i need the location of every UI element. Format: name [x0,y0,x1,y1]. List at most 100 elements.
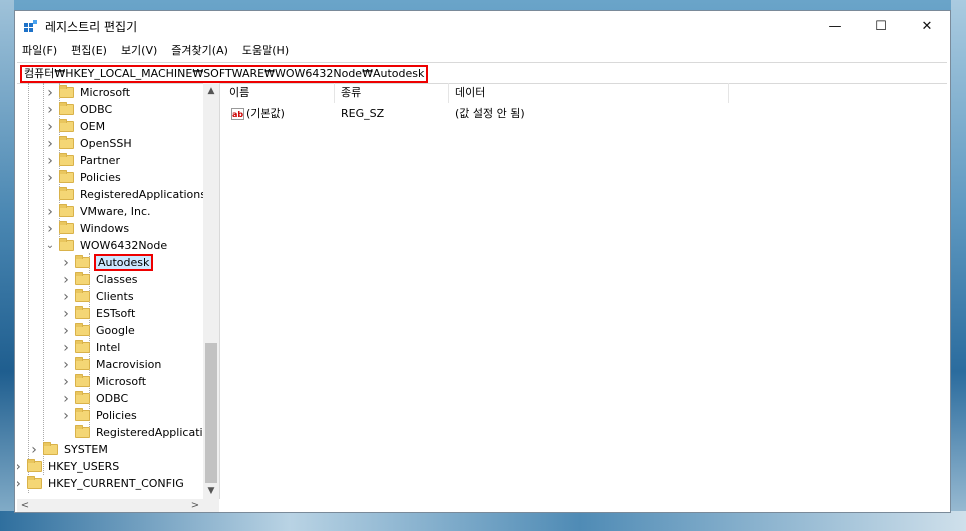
tree-item-label: Macrovision [96,358,162,371]
tree-item[interactable]: › Partner [44,152,122,169]
scroll-up-icon[interactable]: ▲ [203,83,219,99]
scroll-down-icon[interactable]: ▼ [203,483,219,499]
desktop-background-right [951,0,966,531]
folder-icon [27,476,42,489]
folder-icon [59,136,74,149]
column-header-data[interactable]: 데이터 [449,83,729,103]
tree-item[interactable]: › OpenSSH [44,135,134,152]
chevron-right-icon[interactable]: › [60,255,72,271]
chevron-right-icon[interactable]: › [60,272,72,288]
tree-item[interactable]: › Google [60,322,137,339]
tree-item[interactable]: › OEM [44,118,107,135]
tree-item[interactable]: RegisteredApplications [44,186,208,203]
tree-guide-line [28,83,29,493]
tree-item-label: RegisteredApplications [80,188,206,201]
folder-icon [75,289,90,302]
scroll-right-icon[interactable]: > [187,499,203,512]
close-button[interactable]: ✕ [904,11,950,41]
tree-item[interactable]: › HKEY_USERS [17,458,121,475]
folder-icon [75,357,90,370]
chevron-right-icon[interactable]: › [60,408,72,424]
tree-item[interactable]: › Microsoft [60,373,148,390]
tree-item[interactable]: › HKEY_CURRENT_CONFIG [17,475,186,492]
tree-item[interactable]: › ODBC [44,101,114,118]
window-title: 레지스트리 편집기 [45,20,138,34]
tree-item-label: ODBC [96,392,129,405]
chevron-right-icon[interactable]: › [44,170,56,186]
tree-item-label: Microsoft [80,86,131,99]
menu-help[interactable]: 도움말(H) [235,41,296,61]
column-header-name[interactable]: 이름 [223,83,335,103]
chevron-right-icon[interactable]: › [44,153,56,169]
tree-item[interactable]: › Microsoft [44,84,132,101]
minimize-button[interactable]: — [812,11,858,41]
menu-view[interactable]: 보기(V) [114,41,164,61]
menu-file[interactable]: 파일(F) [15,41,64,61]
menu-bar: 파일(F) 편집(E) 보기(V) 즐겨찾기(A) 도움말(H) [15,41,950,61]
tree-item[interactable]: › Macrovision [60,356,163,373]
chevron-right-icon[interactable]: › [60,323,72,339]
tree-item-label: ODBC [80,103,113,116]
registry-editor-window: 레지스트리 편집기 — ☐ ✕ 파일(F) 편집(E) 보기(V) 즐겨찾기(A… [14,10,951,513]
folder-icon [59,238,74,251]
title-bar[interactable]: 레지스트리 편집기 — ☐ ✕ [15,11,950,41]
folder-icon [75,255,90,268]
chevron-right-icon[interactable]: › [60,374,72,390]
tree-vertical-scrollbar[interactable]: ▲ ▼ [203,83,219,499]
tree-item[interactable]: › Clients [60,288,136,305]
address-path[interactable]: 컴퓨터₩HKEY_LOCAL_MACHINE₩SOFTWARE₩WOW6432N… [20,65,429,83]
value-row-name[interactable]: ab (기본값) [231,105,285,123]
chevron-right-icon[interactable]: › [60,357,72,373]
tree-item[interactable]: › VMware, Inc. [44,203,153,220]
tree-item[interactable]: ⌄ WOW6432Node [44,237,169,254]
chevron-right-icon[interactable]: › [60,306,72,322]
chevron-right-icon[interactable]: › [17,459,24,475]
folder-icon [59,102,74,115]
selected-key-label: Autodesk [94,254,154,271]
string-value-icon: ab [231,108,244,120]
address-bar[interactable]: 컴퓨터₩HKEY_LOCAL_MACHINE₩SOFTWARE₩WOW6432N… [17,62,947,84]
tree-item-label: VMware, Inc. [80,205,151,218]
tree-item-label: Microsoft [96,375,147,388]
menu-favorites[interactable]: 즐겨찾기(A) [164,41,235,61]
tree-item-label: SYSTEM [64,443,108,456]
chevron-down-icon[interactable]: ⌄ [44,240,56,251]
tree-item[interactable]: › Classes [60,271,139,288]
folder-icon [27,459,42,472]
tree-item[interactable]: › Windows [44,220,131,237]
chevron-right-icon[interactable]: › [44,221,56,237]
key-tree: › Microsoft › ODBC › OEM › OpenSSH › Partner › Poli… [17,83,220,499]
tree-item-label: OEM [80,120,106,133]
tree-item-label: HKEY_USERS [48,460,120,473]
tree-horizontal-scrollbar[interactable]: < > [17,499,219,512]
maximize-button[interactable]: ☐ [858,11,904,41]
chevron-right-icon[interactable]: › [60,391,72,407]
scroll-left-icon[interactable]: < [17,499,33,512]
scrollbar-thumb[interactable] [205,343,217,483]
chevron-right-icon[interactable]: › [44,204,56,220]
registry-app-icon [24,20,37,32]
menu-edit[interactable]: 편집(E) [64,41,114,61]
values-list: 이름 종류 데이터 ab (기본값) REG_SZ (값 설정 안 됨) [223,83,950,512]
folder-icon [75,408,90,421]
column-header-type[interactable]: 종류 [335,83,449,103]
chevron-right-icon[interactable]: › [60,340,72,356]
chevron-right-icon[interactable]: › [44,85,56,101]
chevron-right-icon[interactable]: › [44,119,56,135]
tree-item[interactable]: › ODBC [60,390,130,407]
tree-item[interactable]: › Policies [44,169,123,186]
chevron-right-icon[interactable]: › [44,102,56,118]
tree-item[interactable]: › Policies [60,407,139,424]
chevron-right-icon[interactable]: › [28,442,40,458]
chevron-right-icon[interactable]: › [17,476,24,492]
chevron-right-icon[interactable]: › [60,289,72,305]
folder-icon [59,170,74,183]
chevron-right-icon[interactable]: › [44,136,56,152]
tree-item[interactable]: › SYSTEM [28,441,110,458]
folder-icon [43,442,58,455]
tree-item[interactable]: › Intel [60,339,122,356]
tree-item[interactable]: › Autodesk [60,254,154,271]
tree-item-label: Clients [96,290,134,303]
tree-item[interactable]: RegisteredApplications [60,424,219,441]
tree-item[interactable]: › ESTsoft [60,305,137,322]
